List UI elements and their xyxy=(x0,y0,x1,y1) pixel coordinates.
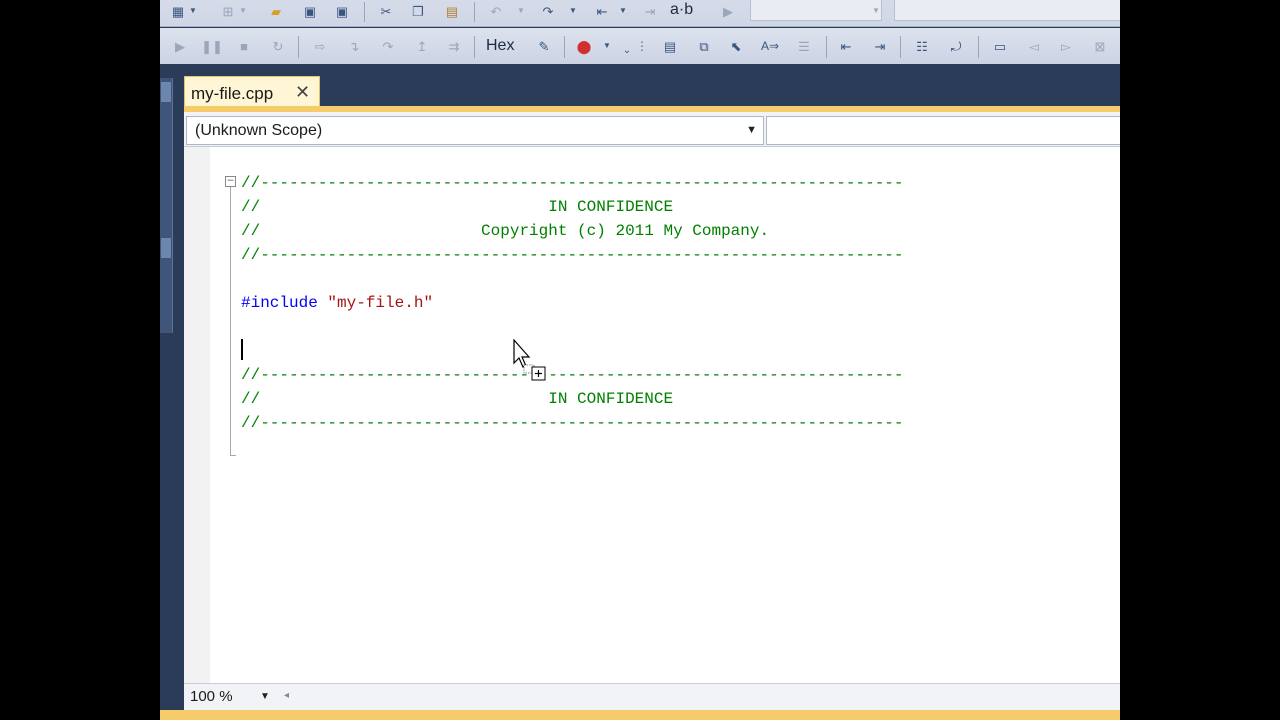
standard-toolbar: ▦ ▼ ⊞ ▼ ▰ ▣ ▣ ✂ ❐ ▤ ↶ ▼ ↷ ▼ ⇤ ▼ ⇥ a·b ▶ … xyxy=(160,0,1120,27)
code-line[interactable]: //--------------------------------------… xyxy=(241,413,904,433)
code-line[interactable]: //--------------------------------------… xyxy=(241,173,904,193)
editor-bottom-border xyxy=(160,710,1120,720)
cut-icon[interactable]: ✂ xyxy=(376,2,396,20)
debug-settings-icon[interactable]: ✎ xyxy=(534,37,554,55)
include-path-string: "my-file.h" xyxy=(327,294,434,312)
separator xyxy=(564,36,565,58)
dropdown-icon[interactable]: ▼ xyxy=(602,37,612,55)
code-editor: (Unknown Scope) ▼ − //------------------… xyxy=(184,112,1120,711)
scope-value: (Unknown Scope) xyxy=(195,122,323,139)
server-explorer-tab[interactable] xyxy=(161,82,171,102)
previous-bookmark-icon[interactable]: ◅ xyxy=(1024,37,1044,55)
preprocessor-keyword: #include xyxy=(241,294,318,312)
bookmarks-icon[interactable]: ☰ xyxy=(794,37,814,55)
navigation-bar: (Unknown Scope) ▼ xyxy=(184,112,1120,147)
separator xyxy=(900,36,901,58)
open-folder-icon[interactable]: ▰ xyxy=(266,2,286,20)
chevron-down-icon[interactable]: ▼ xyxy=(746,124,757,136)
solution-config-combo[interactable] xyxy=(750,0,882,21)
find-replace-icon[interactable]: a·b xyxy=(670,1,693,19)
outline-guide xyxy=(230,187,231,455)
new-project-icon[interactable]: ▦ xyxy=(168,2,188,20)
editor-status-bar: 100 % ▼ ◂ xyxy=(184,683,1120,711)
debug-toolbar: ▶ ❚❚ ■ ↻ ⇨ ↴ ↷ ↥ ⇉ Hex ✎ ⬤ ▼ ⌄ ⋮ ▤ ⧉ ⬉ A… xyxy=(160,28,1120,65)
copy-icon[interactable]: ❐ xyxy=(408,2,428,20)
save-all-icon[interactable]: ▣ xyxy=(332,2,352,20)
complete-word-icon[interactable]: A⇒ xyxy=(760,37,780,55)
break-all-icon[interactable]: ❚❚ xyxy=(201,37,223,55)
chevron-down-icon[interactable]: ▼ xyxy=(872,6,880,15)
show-next-statement-icon[interactable]: ⇨ xyxy=(310,37,330,55)
indicator-margin[interactable] xyxy=(184,147,210,683)
zoom-level[interactable]: 100 % xyxy=(190,688,233,705)
separator xyxy=(978,36,979,58)
stop-icon[interactable]: ■ xyxy=(234,37,254,55)
hex-display-button[interactable]: Hex xyxy=(486,37,514,55)
ide-window: ▦ ▼ ⊞ ▼ ▰ ▣ ▣ ✂ ❐ ▤ ↶ ▼ ↷ ▼ ⇤ ▼ ⇥ a·b ▶ … xyxy=(160,0,1120,720)
separator xyxy=(826,36,827,58)
toggle-bookmark-icon[interactable]: ▭ xyxy=(990,37,1010,55)
comment-out-icon[interactable]: ☷ xyxy=(912,37,932,55)
collapse-region-icon[interactable]: − xyxy=(225,176,236,187)
outline-guide-end xyxy=(230,455,236,456)
uncomment-icon[interactable]: ⤾ xyxy=(946,37,966,55)
step-out-icon[interactable]: ↥ xyxy=(412,37,432,55)
code-line[interactable]: // Copyright (c) 2011 My Company. xyxy=(241,221,769,241)
clear-bookmarks-icon[interactable]: ⊠ xyxy=(1090,37,1110,55)
toolbar-grip-icon: ⋮ xyxy=(636,39,648,53)
close-icon[interactable]: ✕ xyxy=(295,82,310,103)
navigate-forward-icon[interactable]: ⇥ xyxy=(640,2,660,20)
step-over-icon[interactable]: ↷ xyxy=(378,37,398,55)
scroll-left-icon[interactable]: ◂ xyxy=(284,690,289,701)
separator xyxy=(364,2,365,22)
code-line[interactable]: // IN CONFIDENCE xyxy=(241,197,673,217)
drag-copy-cursor-icon xyxy=(513,339,546,381)
toolbox-side-rail[interactable] xyxy=(160,78,173,333)
dropdown-icon[interactable]: ▼ xyxy=(188,2,198,20)
toolbox-tab[interactable] xyxy=(161,238,171,258)
toolbar-options-icon[interactable]: ⌄ xyxy=(622,42,632,60)
breakpoint-icon[interactable]: ⬤ xyxy=(574,37,594,55)
member-dropdown[interactable] xyxy=(766,116,1120,145)
restart-icon[interactable]: ↻ xyxy=(268,37,288,55)
step-into-icon[interactable]: ↴ xyxy=(344,37,364,55)
code-line[interactable]: //--------------------------------------… xyxy=(241,365,904,385)
add-item-icon[interactable]: ⊞ xyxy=(218,2,238,20)
indent-icon[interactable]: ⇥ xyxy=(870,37,890,55)
chevron-down-icon[interactable]: ▼ xyxy=(260,691,270,702)
find-combo[interactable] xyxy=(894,0,1120,21)
member-list-icon[interactable]: ▤ xyxy=(660,37,680,55)
separator xyxy=(298,36,299,58)
navigate-icon[interactable]: ⇤ xyxy=(592,2,612,20)
start-debug-icon[interactable]: ▶ xyxy=(718,2,738,20)
tab-label: my-file.cpp xyxy=(191,84,274,103)
code-line[interactable]: // IN CONFIDENCE xyxy=(241,389,673,409)
dropdown-icon[interactable]: ▼ xyxy=(238,2,248,20)
dropdown-icon[interactable]: ▼ xyxy=(516,2,526,20)
save-icon[interactable]: ▣ xyxy=(300,2,320,20)
scope-dropdown[interactable]: (Unknown Scope) ▼ xyxy=(186,116,764,145)
code-line[interactable]: //--------------------------------------… xyxy=(241,245,904,265)
dropdown-icon[interactable]: ▼ xyxy=(568,2,578,20)
code-line-include[interactable]: #include "my-file.h" xyxy=(241,293,433,313)
tab-my-file-cpp[interactable]: my-file.cpp ✕ xyxy=(184,76,320,109)
code-text-area[interactable]: − //------------------------------------… xyxy=(210,147,1120,683)
text-caret xyxy=(241,339,243,360)
separator xyxy=(474,2,475,22)
paste-icon[interactable]: ▤ xyxy=(442,2,462,20)
outdent-icon[interactable]: ⇤ xyxy=(836,37,856,55)
dropdown-icon[interactable]: ▼ xyxy=(618,2,628,20)
quick-info-icon[interactable]: ⬉ xyxy=(726,37,746,55)
parameter-info-icon[interactable]: ⧉ xyxy=(694,37,714,55)
undo-icon[interactable]: ↶ xyxy=(486,2,506,20)
next-bookmark-icon[interactable]: ▻ xyxy=(1056,37,1076,55)
separator xyxy=(474,36,475,58)
step-icon[interactable]: ⇉ xyxy=(444,37,464,55)
continue-icon[interactable]: ▶ xyxy=(170,37,190,55)
redo-icon[interactable]: ↷ xyxy=(538,2,558,20)
